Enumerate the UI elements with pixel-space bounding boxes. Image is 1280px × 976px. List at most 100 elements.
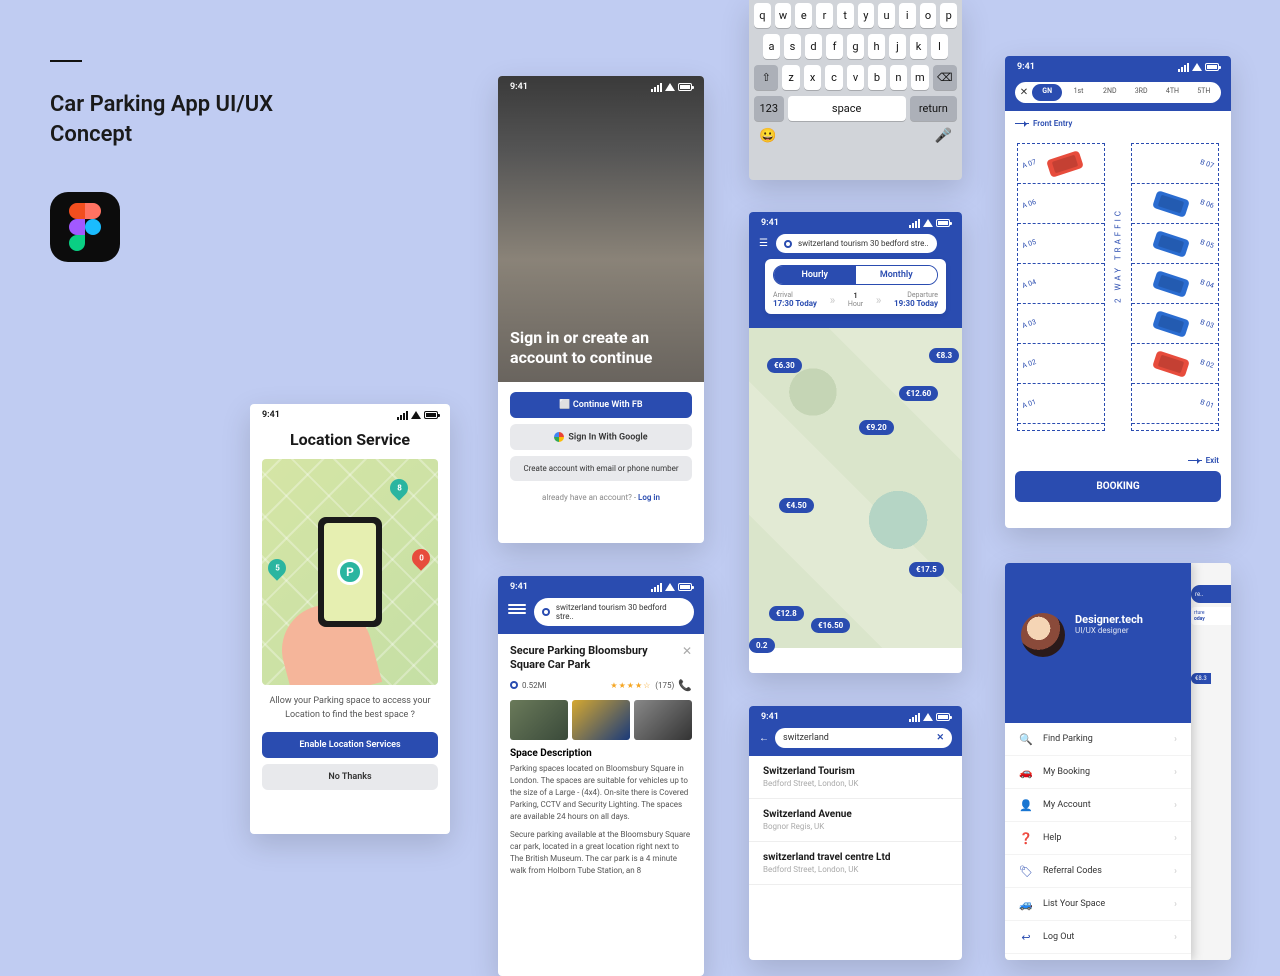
parking-slot[interactable]: A 01 xyxy=(1018,384,1104,424)
arrival-time[interactable]: Arrival17:30 Today xyxy=(773,291,817,308)
login-link[interactable]: Log in xyxy=(638,493,660,502)
parking-slot[interactable]: A 04 xyxy=(1018,264,1104,304)
menu-item[interactable]: 🔍Find Parking› xyxy=(1005,723,1191,756)
price-pill[interactable]: €12.8 xyxy=(769,606,804,621)
search-result-item[interactable]: Switzerland TourismBedford Street, Londo… xyxy=(749,756,962,799)
price-pill[interactable]: €4.50 xyxy=(779,498,814,513)
key-b[interactable]: b xyxy=(868,65,885,90)
price-pill[interactable]: €9.20 xyxy=(859,420,894,435)
search-input[interactable]: switzerland✕ xyxy=(775,728,952,748)
menu-item[interactable]: 🏷Referral Codes› xyxy=(1005,855,1191,888)
parking-slot[interactable]: B 03 xyxy=(1132,304,1218,344)
photo-thumbnails[interactable] xyxy=(510,700,692,740)
price-pill[interactable]: €16.50 xyxy=(811,618,850,633)
floor-tab[interactable]: 1st xyxy=(1063,84,1093,101)
booking-button[interactable]: BOOKING xyxy=(1015,471,1221,502)
parking-slot[interactable]: B 07 xyxy=(1132,144,1218,184)
departure-time[interactable]: Departure19:30 Today xyxy=(894,291,938,308)
price-pill[interactable]: €6.30 xyxy=(767,358,802,373)
clear-icon[interactable]: ✕ xyxy=(936,733,944,743)
menu-item[interactable]: ↩Log Out› xyxy=(1005,921,1191,954)
parking-slot[interactable]: B 01 xyxy=(1132,384,1218,424)
key-o[interactable]: o xyxy=(920,3,937,28)
key-l[interactable]: l xyxy=(931,34,948,59)
key-n[interactable]: n xyxy=(890,65,907,90)
key-h[interactable]: h xyxy=(868,34,885,59)
key-a[interactable]: a xyxy=(763,34,780,59)
duration-toggle[interactable]: Hourly Monthly xyxy=(773,265,938,285)
close-icon[interactable]: ✕ xyxy=(1017,84,1031,101)
statusbar: 9:41 xyxy=(1005,56,1231,78)
parking-slot[interactable]: A 02 xyxy=(1018,344,1104,384)
parking-slot[interactable]: B 04 xyxy=(1132,264,1218,304)
floor-tab[interactable]: 3RD xyxy=(1126,84,1156,101)
key-r[interactable]: r xyxy=(816,3,833,28)
key-j[interactable]: j xyxy=(889,34,906,59)
parking-slot[interactable]: A 05 xyxy=(1018,224,1104,264)
parking-slot[interactable]: B 05 xyxy=(1132,224,1218,264)
key-z[interactable]: z xyxy=(782,65,799,90)
chevron-right-icon: › xyxy=(1174,866,1177,877)
duration[interactable]: 1Hour xyxy=(848,292,863,308)
menu-item[interactable]: 👤My Account› xyxy=(1005,789,1191,822)
floor-tab[interactable]: 5TH xyxy=(1189,84,1219,101)
menu-icon[interactable] xyxy=(508,602,526,614)
floor-tab[interactable]: 4TH xyxy=(1157,84,1187,101)
mic-key[interactable]: 🎤 xyxy=(935,128,952,144)
search-input[interactable]: switzerland tourism 30 bedford stre.. xyxy=(776,234,937,253)
return-key[interactable]: return xyxy=(910,96,957,121)
key-k[interactable]: k xyxy=(910,34,927,59)
key-q[interactable]: q xyxy=(754,3,771,28)
menu-item[interactable]: 🚙List Your Space› xyxy=(1005,888,1191,921)
emoji-key[interactable]: 😀 xyxy=(759,128,776,144)
key-m[interactable]: m xyxy=(911,65,928,90)
key-y[interactable]: y xyxy=(858,3,875,28)
parking-slot[interactable]: A 06 xyxy=(1018,184,1104,224)
price-pill[interactable]: €17.5 xyxy=(909,562,944,577)
parking-slot[interactable]: A 07 xyxy=(1018,144,1104,184)
key-s[interactable]: s xyxy=(784,34,801,59)
menu-item[interactable]: ❓Help› xyxy=(1005,822,1191,855)
phone-icon[interactable]: 📞 xyxy=(678,679,692,692)
key-f[interactable]: f xyxy=(826,34,843,59)
menu-icon[interactable]: ☰ xyxy=(759,238,768,249)
parking-slot[interactable]: B 02 xyxy=(1132,344,1218,384)
key-d[interactable]: d xyxy=(805,34,822,59)
no-thanks-button[interactable]: No Thanks xyxy=(262,764,438,790)
key-v[interactable]: v xyxy=(847,65,864,90)
chevron-right-icon: › xyxy=(1174,767,1177,778)
space-key[interactable]: space xyxy=(788,96,906,121)
key-c[interactable]: c xyxy=(825,65,842,90)
close-icon[interactable]: ✕ xyxy=(682,644,692,658)
parking-slot[interactable]: B 06 xyxy=(1132,184,1218,224)
enable-location-button[interactable]: Enable Location Services xyxy=(262,732,438,758)
key-t[interactable]: t xyxy=(837,3,854,28)
menu-item[interactable]: 🚗My Booking› xyxy=(1005,756,1191,789)
key-p[interactable]: p xyxy=(940,3,957,28)
key-g[interactable]: g xyxy=(847,34,864,59)
search-result-item[interactable]: Switzerland AvenueBognor Regis, UK xyxy=(749,799,962,842)
key-e[interactable]: e xyxy=(795,3,812,28)
parking-slot[interactable]: A 03 xyxy=(1018,304,1104,344)
price-pill[interactable]: €8.3 xyxy=(929,348,959,363)
search-result-item[interactable]: switzerland travel centre LtdBedford Str… xyxy=(749,842,962,885)
signin-google-button[interactable]: Sign In With Google xyxy=(510,424,692,450)
key-u[interactable]: u xyxy=(878,3,895,28)
signin-email-button[interactable]: Create account with email or phone numbe… xyxy=(510,456,692,481)
num-key[interactable]: 123 xyxy=(754,96,784,121)
continue-fb-button[interactable]: ⬜ Continue With FB xyxy=(510,392,692,418)
floor-tab[interactable]: 2ND xyxy=(1095,84,1125,101)
key-x[interactable]: x xyxy=(804,65,821,90)
back-arrow-icon[interactable]: ← xyxy=(759,733,769,744)
map-view[interactable]: €6.30 €8.3 €12.60 €9.20 €4.50 €17.5 €12.8 €16.5… xyxy=(749,328,962,648)
shift-key[interactable]: ⇧ xyxy=(754,65,778,90)
floor-tab[interactable]: GN xyxy=(1032,84,1062,101)
key-w[interactable]: w xyxy=(775,3,792,28)
user-avatar[interactable] xyxy=(1021,613,1065,657)
price-pill[interactable]: 0.2 xyxy=(749,638,775,653)
price-pill[interactable]: €12.60 xyxy=(899,386,938,401)
search-input[interactable]: switzerland tourism 30 bedford stre.. xyxy=(534,598,694,626)
floor-tabs[interactable]: ✕GN1st2ND3RD4TH5TH xyxy=(1015,82,1221,103)
key-i[interactable]: i xyxy=(899,3,916,28)
backspace-key[interactable]: ⌫ xyxy=(933,65,957,90)
